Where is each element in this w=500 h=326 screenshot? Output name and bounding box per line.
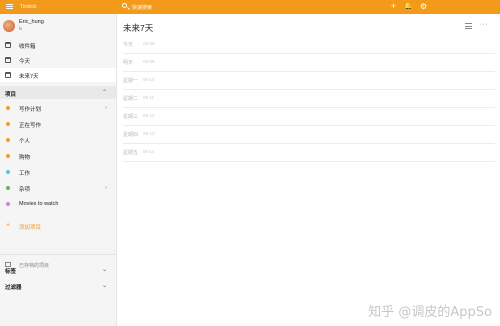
- sidebar-item-project[interactable]: 工作: [0, 165, 116, 180]
- project-label: 工作: [19, 171, 31, 177]
- filters-section-header[interactable]: 过滤器 ⌄: [0, 279, 116, 292]
- page-title: 未来7天: [123, 23, 154, 33]
- top-bar: Ticktick 快速搜索 + 🔔 ⚙: [0, 0, 500, 14]
- add-icon[interactable]: +: [389, 2, 398, 11]
- gear-icon[interactable]: ⚙: [419, 2, 428, 11]
- day-date: 06-13: [143, 131, 155, 136]
- more-options-icon[interactable]: ···: [480, 21, 489, 28]
- search-box[interactable]: 快速搜索: [122, 3, 242, 11]
- section-label: 项目: [5, 91, 17, 98]
- day-row[interactable]: 星期四 06-13: [123, 127, 495, 144]
- chevron-right-icon: ›: [105, 104, 107, 111]
- chevron-down-icon: ⌄: [101, 267, 107, 273]
- day-row[interactable]: 星期二 06-11: [123, 91, 495, 108]
- tags-section-header[interactable]: 标签 ⌄: [0, 263, 116, 276]
- project-label: 正在写作: [19, 123, 42, 129]
- project-color-dot: [6, 154, 10, 158]
- user-profile[interactable]: Eric_hung lv: [3, 19, 113, 33]
- project-color-dot: [6, 138, 10, 142]
- day-date: 06-11: [143, 95, 155, 100]
- section-label: 过滤器: [5, 284, 22, 291]
- user-subtext: lv: [19, 26, 23, 31]
- app-name: Ticktick: [20, 3, 37, 10]
- section-label: 标签: [5, 268, 17, 275]
- sidebar-item-project[interactable]: Movies to watch: [0, 197, 116, 212]
- sidebar: Eric_hung lv 收件箱 今天 未来7天 项目 ⌃ 写作计划 › 正在写…: [0, 14, 117, 326]
- day-row[interactable]: 星期五 06-14: [123, 145, 495, 162]
- sidebar-item-project[interactable]: 正在写作: [0, 117, 116, 132]
- project-label: 个人: [19, 139, 31, 145]
- day-label: 星期一: [123, 78, 139, 84]
- sidebar-item-project[interactable]: 购物: [0, 149, 116, 164]
- calendar-week-icon: [5, 72, 11, 78]
- day-label: 星期二: [123, 96, 139, 102]
- sidebar-item-label: 收件箱: [19, 44, 36, 50]
- day-row[interactable]: 星期三 06-12: [123, 109, 495, 126]
- project-label: Movies to watch: [19, 201, 59, 207]
- divider: [0, 254, 116, 255]
- projects-section-header[interactable]: 项目 ⌃: [0, 86, 116, 99]
- user-name: Eric_hung: [19, 19, 44, 25]
- sidebar-item-project[interactable]: 写作计划 ›: [0, 101, 116, 116]
- day-label: 今天: [123, 42, 134, 48]
- watermark: 知乎 @调皮的AppSo: [368, 305, 492, 320]
- add-project-button[interactable]: + 添加项目: [0, 219, 116, 233]
- project-color-dot: [6, 122, 10, 126]
- main-content: 未来7天 ··· 今天 06-08 明天 06-09 星期一 06-10 星期二…: [117, 14, 500, 326]
- bell-icon[interactable]: 🔔: [404, 2, 413, 11]
- day-date: 06-10: [143, 77, 155, 82]
- day-label: 明天: [123, 60, 134, 66]
- sidebar-item-today[interactable]: 今天: [0, 53, 116, 67]
- project-color-dot: [6, 186, 10, 190]
- sidebar-item-inbox[interactable]: 收件箱: [0, 38, 116, 52]
- day-label: 星期四: [123, 132, 139, 138]
- sidebar-item-label: 今天: [19, 59, 31, 65]
- day-row[interactable]: 今天 06-08: [123, 37, 495, 54]
- day-row[interactable]: 星期一 06-10: [123, 73, 495, 90]
- day-date: 06-14: [143, 149, 155, 154]
- list-view-icon[interactable]: [465, 23, 472, 29]
- chevron-down-icon: ⌄: [101, 283, 107, 289]
- project-color-dot: [6, 202, 10, 206]
- chevron-up-icon: ⌃: [101, 90, 107, 96]
- search-icon: [122, 3, 127, 8]
- inbox-icon: [5, 42, 11, 48]
- project-color-dot: [6, 106, 10, 110]
- day-date: 06-09: [143, 59, 155, 64]
- day-label: 星期三: [123, 114, 139, 120]
- project-color-dot: [6, 170, 10, 174]
- sidebar-item-next-7-days[interactable]: 未来7天: [0, 68, 116, 82]
- hamburger-menu-icon[interactable]: [6, 3, 13, 11]
- project-label: 杂项: [19, 187, 31, 193]
- day-date: 06-08: [143, 41, 155, 46]
- day-row[interactable]: 明天 06-09: [123, 55, 495, 72]
- calendar-today-icon: [5, 57, 11, 63]
- project-label: 购物: [19, 155, 31, 161]
- day-label: 星期五: [123, 150, 139, 156]
- add-project-label: 添加项目: [19, 225, 42, 231]
- sidebar-item-project[interactable]: 个人: [0, 133, 116, 148]
- sidebar-item-label: 未来7天: [19, 74, 39, 80]
- avatar: [3, 20, 15, 32]
- project-label: 写作计划: [19, 107, 42, 113]
- plus-icon: +: [6, 222, 11, 229]
- search-placeholder: 快速搜索: [132, 4, 153, 11]
- chevron-right-icon: ›: [105, 184, 107, 191]
- sidebar-item-project[interactable]: 杂项 ›: [0, 181, 116, 196]
- day-date: 06-12: [143, 113, 155, 118]
